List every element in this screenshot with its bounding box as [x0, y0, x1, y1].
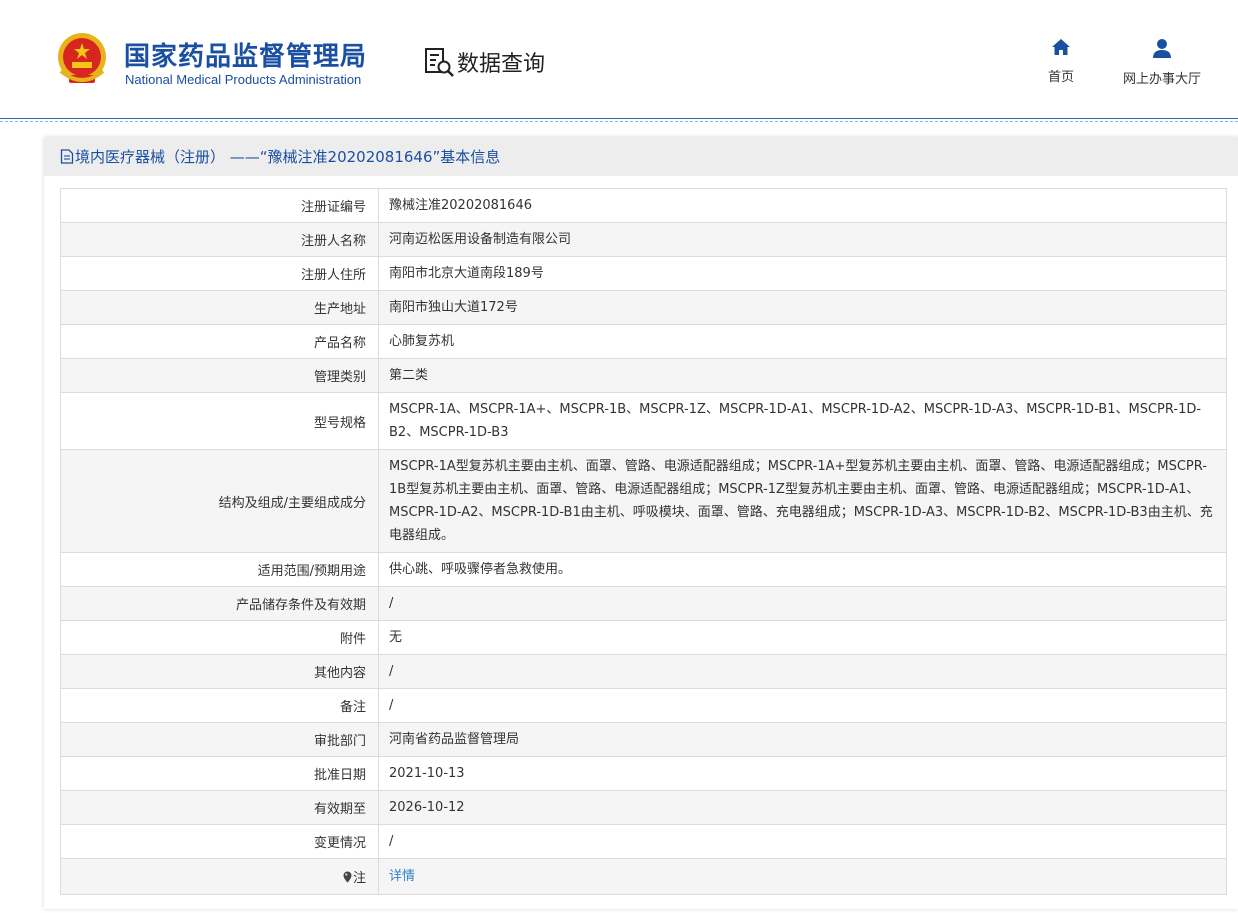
table-row: 注册证编号 豫械注准20202081646	[60, 188, 1227, 223]
row-value: 2021-10-13	[378, 756, 1227, 791]
table-row: 生产地址 南阳市独山大道172号	[60, 290, 1227, 325]
panel-title: 境内医疗器械（注册） ——“豫械注准20202081646”基本信息	[44, 137, 1238, 176]
row-label: 有效期至	[60, 790, 379, 825]
row-value: /	[378, 654, 1227, 689]
table-row: 变更情况 /	[60, 824, 1227, 859]
national-emblem-icon	[58, 33, 106, 83]
row-label: 批准日期	[60, 756, 379, 791]
row-label: 审批部门	[60, 722, 379, 757]
user-icon	[1153, 39, 1171, 58]
table-row: 适用范围/预期用途 供心跳、呼吸骤停者急救使用。	[60, 552, 1227, 587]
panel-title-text: 境内医疗器械（注册） ——“豫械注准20202081646”基本信息	[75, 148, 501, 166]
row-value: 心肺复苏机	[378, 324, 1227, 359]
detail-panel: 境内医疗器械（注册） ——“豫械注准20202081646”基本信息 注册证编号…	[44, 137, 1238, 909]
nav-home-label: 首页	[1047, 70, 1074, 85]
nav-online-hall[interactable]: 网上办事大厅	[1114, 38, 1210, 87]
row-label: 管理类别	[60, 358, 379, 393]
row-value: /	[378, 824, 1227, 859]
details-link[interactable]: 详情	[389, 869, 415, 884]
row-value: MSCPR-1A、MSCPR-1A+、MSCPR-1B、MSCPR-1Z、MSC…	[378, 392, 1227, 450]
row-label: 附件	[60, 620, 379, 655]
row-label: 其他内容	[60, 654, 379, 689]
row-value: 豫械注准20202081646	[378, 188, 1227, 223]
info-table: 注册证编号 豫械注准20202081646 注册人名称 河南迈松医用设备制造有限…	[60, 188, 1227, 895]
row-label: 结构及组成/主要组成成分	[60, 449, 379, 553]
note-label: 注	[352, 871, 366, 886]
table-row: 型号规格 MSCPR-1A、MSCPR-1A+、MSCPR-1B、MSCPR-1…	[60, 392, 1227, 450]
row-value: 南阳市北京大道南段189号	[378, 256, 1227, 291]
table-row: 管理类别 第二类	[60, 358, 1227, 393]
row-label: 产品储存条件及有效期	[60, 586, 379, 621]
home-icon	[1052, 39, 1070, 55]
site-header: 国家药品监督管理局 National Medical Products Admi…	[0, 0, 1238, 118]
table-row: 注册人名称 河南迈松医用设备制造有限公司	[60, 222, 1227, 257]
note-label-cell: 注	[60, 858, 379, 895]
document-icon	[60, 149, 74, 164]
row-value: /	[378, 688, 1227, 723]
row-label: 生产地址	[60, 290, 379, 325]
row-value: 南阳市独山大道172号	[378, 290, 1227, 325]
table-row: 批准日期 2021-10-13	[60, 756, 1227, 791]
table-row-note: 注 详情	[60, 858, 1227, 895]
nav-home[interactable]: 首页	[1041, 38, 1081, 85]
nav-online-hall-label: 网上办事大厅	[1122, 72, 1201, 87]
table-row: 附件 无	[60, 620, 1227, 655]
row-value: 无	[378, 620, 1227, 655]
row-label: 产品名称	[60, 324, 379, 359]
org-name-cn: 国家药品监督管理局	[124, 42, 368, 72]
table-row: 注册人住所 南阳市北京大道南段189号	[60, 256, 1227, 291]
table-row: 备注 /	[60, 688, 1227, 723]
row-label: 注册人名称	[60, 222, 379, 257]
data-query-label: 数据查询	[457, 52, 546, 77]
org-name-en: National Medical Products Administration	[125, 72, 362, 87]
table-row: 有效期至 2026-10-12	[60, 790, 1227, 825]
pin-icon	[343, 871, 352, 883]
note-value-cell: 详情	[378, 858, 1227, 895]
table-row: 产品储存条件及有效期 /	[60, 586, 1227, 621]
table-row: 审批部门 河南省药品监督管理局	[60, 722, 1227, 757]
table-row: 结构及组成/主要组成成分 MSCPR-1A型复苏机主要由主机、面罩、管路、电源适…	[60, 449, 1227, 553]
data-query-icon	[425, 48, 454, 77]
row-value: /	[378, 586, 1227, 621]
row-value: 河南省药品监督管理局	[378, 722, 1227, 757]
row-label: 注册人住所	[60, 256, 379, 291]
row-value: MSCPR-1A型复苏机主要由主机、面罩、管路、电源适配器组成；MSCPR-1A…	[378, 449, 1227, 553]
data-query-link[interactable]: 数据查询	[423, 46, 545, 78]
header-divider	[0, 118, 1238, 122]
row-label: 注册证编号	[60, 188, 379, 223]
table-row: 其他内容 /	[60, 654, 1227, 689]
row-value: 第二类	[378, 358, 1227, 393]
row-value: 2026-10-12	[378, 790, 1227, 825]
table-row: 产品名称 心肺复苏机	[60, 324, 1227, 359]
row-label: 变更情况	[60, 824, 379, 859]
row-label: 型号规格	[60, 392, 379, 450]
row-value: 供心跳、呼吸骤停者急救使用。	[378, 552, 1227, 587]
row-label: 备注	[60, 688, 379, 723]
row-label: 适用范围/预期用途	[60, 552, 379, 587]
row-value: 河南迈松医用设备制造有限公司	[378, 222, 1227, 257]
